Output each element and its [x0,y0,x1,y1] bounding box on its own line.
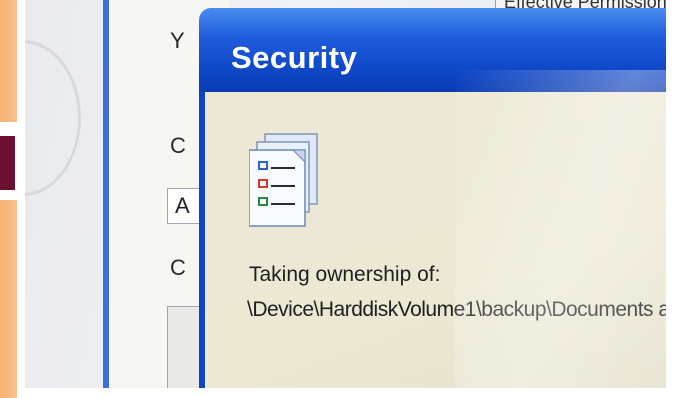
dialog-title: Security [231,40,358,75]
side-accent-bar-top [0,0,17,122]
dialog-titlebar[interactable]: Security [199,8,666,92]
ownership-path-text: \Device\HarddiskVolume1\backup\Documents… [247,298,666,321]
monitor-screen: Y C A C Effective Permissions Security T… [25,0,666,388]
document-list-icon [248,128,329,238]
background-label-2: C [170,133,186,158]
security-dialog: Security Taking ownership of: \Device\Ha… [199,8,666,388]
side-accent-bar-bottom [0,200,17,398]
background-label-1: Y [170,28,185,53]
taking-ownership-label: Taking ownership of: [249,263,441,286]
side-accent-block [0,136,15,190]
background-label-3: C [170,255,186,280]
desktop-decoration [25,40,81,196]
background-input-text: A [175,193,190,218]
